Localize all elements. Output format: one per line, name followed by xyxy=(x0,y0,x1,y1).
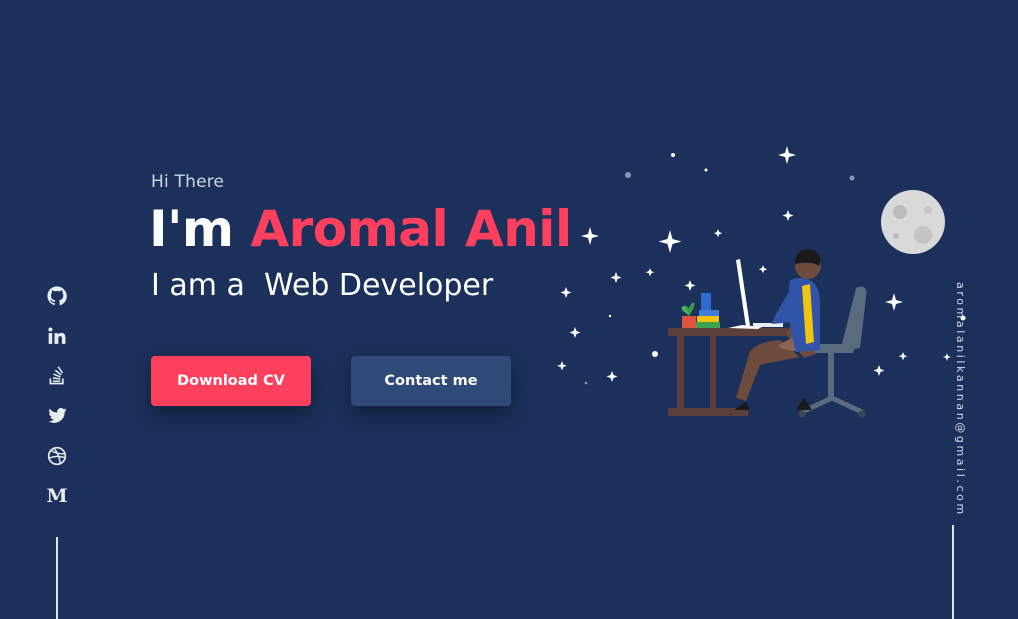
social-links: M xyxy=(45,284,69,524)
moon xyxy=(881,190,945,254)
role-title: Web Developer xyxy=(263,268,494,303)
headline-name: Aromal Anil xyxy=(250,200,572,258)
role-prefix: I am a xyxy=(151,268,264,303)
headline-prefix: I'm xyxy=(149,200,251,258)
role-text: I am a Web Developer xyxy=(151,268,493,303)
right-divider-line xyxy=(952,525,954,619)
desk xyxy=(668,328,788,416)
linkedin-link[interactable] xyxy=(45,324,69,348)
stackoverflow-icon xyxy=(49,366,64,385)
twitter-icon xyxy=(47,408,67,423)
medium-link[interactable]: M xyxy=(45,484,69,508)
github-icon xyxy=(47,286,67,306)
dribbble-link[interactable] xyxy=(45,444,69,468)
developer-illustration xyxy=(557,146,966,418)
hero-section: Hi There I'm Aromal Anil I am a Web Deve… xyxy=(0,0,1018,619)
left-divider-line xyxy=(56,537,58,619)
download-cv-button[interactable]: Download CV xyxy=(151,356,311,406)
contact-me-button[interactable]: Contact me xyxy=(351,356,511,406)
github-link[interactable] xyxy=(45,284,69,308)
dribbble-icon xyxy=(47,446,67,466)
greeting-text: Hi There xyxy=(151,172,225,192)
twitter-link[interactable] xyxy=(45,404,69,428)
headline: I'm Aromal Anil xyxy=(149,198,572,260)
linkedin-icon xyxy=(48,327,66,344)
plant xyxy=(681,302,696,328)
medium-icon: M xyxy=(46,485,68,507)
stackoverflow-link[interactable] xyxy=(45,364,69,388)
books xyxy=(696,293,720,328)
